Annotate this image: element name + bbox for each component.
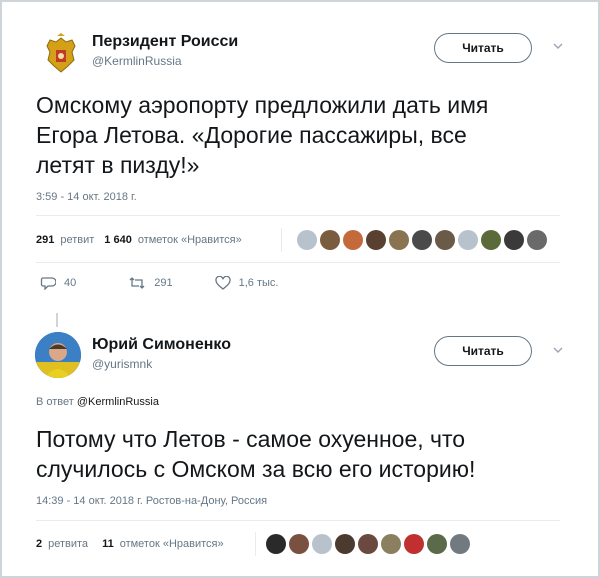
- retweet-count[interactable]: 291: [36, 234, 54, 246]
- tweet-text: Потому что Летов - самое охуенное, что с…: [36, 424, 475, 484]
- divider: [255, 532, 256, 556]
- liker-avatar[interactable]: [504, 230, 524, 250]
- retweet-label[interactable]: ретвита: [48, 538, 88, 550]
- like-count[interactable]: 11: [102, 538, 114, 550]
- like-label[interactable]: отметок «Нравится»: [138, 234, 242, 246]
- chevron-down-icon[interactable]: [552, 344, 564, 356]
- like-action-count: 1,6 тыс.: [238, 277, 279, 289]
- tweet-text-line: Омскому аэропорту предложили дать имя: [36, 92, 489, 118]
- liker-avatar[interactable]: [404, 534, 424, 554]
- liker-avatar[interactable]: [389, 230, 409, 250]
- like-count[interactable]: 1 640: [104, 234, 132, 246]
- liker-avatar[interactable]: [412, 230, 432, 250]
- liker-avatar[interactable]: [427, 534, 447, 554]
- author-name[interactable]: Перзидент Роисси: [92, 33, 238, 51]
- divider: [36, 262, 560, 263]
- user-photo-icon: [35, 332, 81, 378]
- divider: [36, 215, 560, 216]
- tweet-actions: 40 291 1,6 тыс.: [40, 276, 308, 290]
- liker-avatar[interactable]: [266, 534, 286, 554]
- coat-of-arms-icon: [46, 33, 76, 73]
- tweet-timestamp[interactable]: 14:39 - 14 окт. 2018 г. Ростов-на-Дону, …: [36, 495, 267, 507]
- follow-button[interactable]: Читать: [434, 33, 532, 63]
- liker-avatar[interactable]: [481, 230, 501, 250]
- liker-avatar[interactable]: [335, 534, 355, 554]
- tweet-stats: 291 ретвит 1 640 отметок «Нравится»: [36, 234, 242, 246]
- heart-icon: [214, 276, 231, 290]
- tweet-text-line: случилось с Омском за всю его историю!: [36, 456, 476, 482]
- reply-context: В ответ @KermlinRussia: [36, 396, 159, 408]
- liker-avatars: [297, 230, 547, 250]
- tweet-text-line: летят в пизду!»: [36, 152, 200, 178]
- liker-avatar[interactable]: [435, 230, 455, 250]
- divider: [281, 228, 282, 252]
- retweet-label[interactable]: ретвит: [60, 234, 94, 246]
- thread-line: [56, 313, 58, 327]
- reply-count: 40: [64, 277, 77, 289]
- like-action[interactable]: 1,6 тыс.: [214, 276, 279, 290]
- retweet-action-count: 291: [154, 277, 173, 289]
- author-name[interactable]: Юрий Симоненко: [92, 336, 231, 354]
- reply-action[interactable]: 40: [40, 276, 76, 290]
- liker-avatar[interactable]: [358, 534, 378, 554]
- liker-avatar[interactable]: [289, 534, 309, 554]
- like-label[interactable]: отметок «Нравится»: [120, 538, 224, 550]
- author-handle[interactable]: @KermlinRussia: [92, 54, 182, 68]
- liker-avatar[interactable]: [366, 230, 386, 250]
- tweet-text: Омскому аэропорту предложили дать имя Ег…: [36, 90, 488, 180]
- divider: [36, 520, 560, 521]
- avatar[interactable]: [35, 332, 81, 378]
- chevron-down-icon[interactable]: [552, 40, 564, 52]
- tweet-text-line: Егора Летова. «Дорогие пассажиры, все: [36, 122, 467, 148]
- liker-avatar[interactable]: [458, 230, 478, 250]
- reply-icon: [40, 277, 56, 290]
- reply-prefix: В ответ: [36, 396, 74, 408]
- retweet-action[interactable]: 291: [128, 276, 173, 290]
- follow-button[interactable]: Читать: [434, 336, 532, 366]
- liker-avatar[interactable]: [312, 534, 332, 554]
- liker-avatars: [266, 534, 470, 554]
- liker-avatar[interactable]: [450, 534, 470, 554]
- tweet-timestamp[interactable]: 3:59 - 14 окт. 2018 г.: [36, 191, 137, 203]
- liker-avatar[interactable]: [343, 230, 363, 250]
- avatar[interactable]: [38, 32, 84, 78]
- retweet-icon: [129, 277, 145, 289]
- retweet-count[interactable]: 2: [36, 538, 42, 550]
- liker-avatar[interactable]: [320, 230, 340, 250]
- tweet-text-line: Потому что Летов - самое охуенное, что: [36, 426, 466, 452]
- tweet-stats: 2 ретвита 11 отметок «Нравится»: [36, 538, 224, 550]
- author-handle[interactable]: @yurismnk: [92, 357, 152, 371]
- reply-handle-link[interactable]: @KermlinRussia: [77, 396, 159, 408]
- liker-avatar[interactable]: [527, 230, 547, 250]
- liker-avatar[interactable]: [297, 230, 317, 250]
- liker-avatar[interactable]: [381, 534, 401, 554]
